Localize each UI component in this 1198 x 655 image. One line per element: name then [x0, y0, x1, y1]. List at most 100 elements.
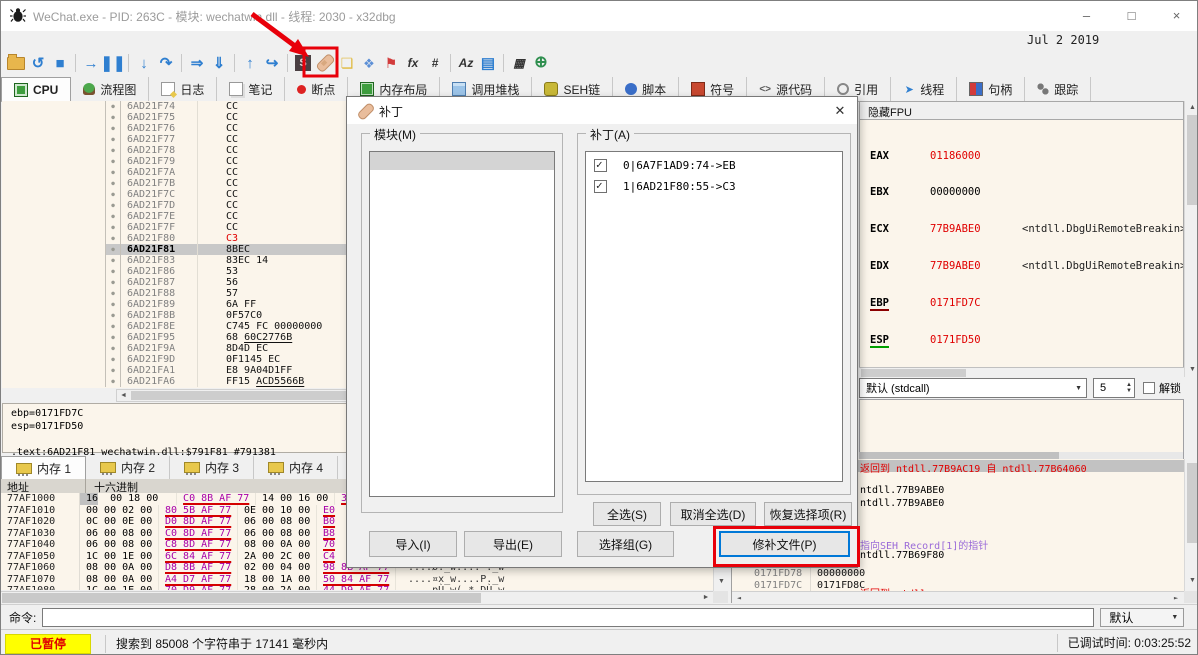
tab-dump-3[interactable]: 内存 3	[170, 456, 255, 479]
breakpoint-dot-icon[interactable]	[105, 266, 121, 277]
breakpoint-dot-icon[interactable]	[105, 376, 121, 387]
execute-till-return-icon[interactable]: ↑	[239, 52, 261, 74]
module-list[interactable]	[369, 151, 555, 497]
breakpoint-dot-icon[interactable]	[105, 310, 121, 321]
breakpoint-dot-icon[interactable]	[105, 288, 121, 299]
tab-dump-1[interactable]: 内存 1	[1, 456, 87, 479]
command-input[interactable]	[42, 607, 1095, 627]
close-button[interactable]: ×	[1154, 1, 1197, 31]
patch-list[interactable]: 0|6A7F1AD9:74->EB1|6AD21F80:55->C3	[585, 151, 843, 482]
patch-item[interactable]: 1|6AD21F80:55->C3	[586, 176, 842, 197]
tab-dump-4[interactable]: 内存 4	[254, 456, 339, 479]
tab-log[interactable]: 日志	[149, 77, 218, 101]
tab-cpu[interactable]: CPU	[1, 77, 72, 101]
breakpoint-dot-icon[interactable]	[105, 178, 121, 189]
step-into-icon[interactable]: ↓	[133, 52, 155, 74]
stack-arguments-view[interactable]	[859, 399, 1184, 459]
checkbox-checked-icon[interactable]	[594, 179, 607, 193]
patch-item[interactable]: 0|6A7F1AD9:74->EB	[586, 155, 842, 176]
minimize-button[interactable]: –	[1064, 1, 1109, 31]
arg-count-stepper[interactable]: 5 ▲ ▼	[1093, 378, 1135, 398]
registers-vscrollbar[interactable]: ▲ ▼	[1184, 101, 1197, 377]
breakpoint-dot-icon[interactable]	[105, 211, 121, 222]
tab-breakpoints[interactable]: 断点	[285, 77, 349, 101]
dump-row[interactable]: 77AF1070 08 00 0A 00 A4 D7 AF 77 18 00 1A 0…	[1, 573, 713, 585]
toolbar-button[interactable]	[446, 52, 455, 74]
comment-icon[interactable]: ❏	[336, 52, 358, 74]
breakpoint-dot-icon[interactable]	[105, 167, 121, 178]
tab-handles[interactable]: 句柄	[957, 77, 1026, 101]
strings-icon[interactable]: Az	[455, 52, 477, 74]
registers-hscrollbar[interactable]	[859, 367, 1184, 378]
breakpoint-dot-icon[interactable]	[105, 145, 121, 156]
module-item[interactable]	[370, 152, 554, 170]
dump-hscrollbar[interactable]: ►	[1, 591, 713, 604]
toolbar-button[interactable]	[71, 52, 80, 74]
unlock-checkbox[interactable]	[1143, 382, 1155, 394]
breakpoint-dot-icon[interactable]	[105, 134, 121, 145]
registers-view[interactable]: EAX 01186000 EBX 00000000 ECX 77B9ABE0 <ntdl…	[859, 120, 1184, 367]
run-to-cursor-icon[interactable]: ⇒	[186, 52, 208, 74]
deselect-all-button[interactable]: 取消全选(D)	[670, 502, 756, 526]
checkbox-checked-icon[interactable]	[594, 158, 607, 172]
calling-convention-select[interactable]: 默认 (stdcall) ▼	[859, 378, 1087, 398]
pause-icon[interactable]: ❚❚	[100, 52, 125, 74]
maximize-button[interactable]: □	[1109, 1, 1154, 31]
stop-icon[interactable]: ■	[49, 52, 71, 74]
select-all-button[interactable]: 全选(S)	[593, 502, 661, 526]
breakpoint-dot-icon[interactable]	[105, 200, 121, 211]
breakpoint-dot-icon[interactable]	[105, 255, 121, 266]
calculator-icon[interactable]: ▦	[508, 52, 530, 74]
open-file-icon[interactable]	[5, 52, 27, 74]
breakpoint-dot-icon[interactable]	[105, 365, 121, 376]
breakpoint-dot-icon[interactable]	[105, 123, 121, 134]
tab-dump-2[interactable]: 内存 2	[86, 456, 171, 479]
run-to-user-code-icon[interactable]: ↪	[261, 52, 283, 74]
args-hscrollbar[interactable]	[859, 452, 1183, 459]
toolbar-button[interactable]	[230, 52, 239, 74]
breakpoint-dot-icon[interactable]	[105, 189, 121, 200]
tab-threads[interactable]: ➤ 线程	[891, 77, 958, 101]
breakpoint-dot-icon[interactable]	[105, 101, 121, 112]
breakpoint-dot-icon[interactable]	[105, 343, 121, 354]
breakpoint-dot-icon[interactable]	[105, 233, 121, 244]
label-icon[interactable]: ❖	[358, 52, 380, 74]
breakpoint-dot-icon[interactable]	[105, 112, 121, 123]
tab-trace[interactable]: 跟踪	[1025, 77, 1092, 101]
hash-icon[interactable]: #	[424, 52, 446, 74]
tab-notes[interactable]: 笔记	[217, 77, 286, 101]
scylla-icon[interactable]: S	[292, 52, 314, 74]
stack-hscrollbar[interactable]: ◄ ►	[732, 591, 1185, 603]
restore-selection-button[interactable]: 恢复选择项(R)	[764, 502, 852, 526]
patch-icon[interactable]	[314, 52, 336, 74]
breakpoint-dot-icon[interactable]	[105, 321, 121, 332]
breakpoint-dot-icon[interactable]	[105, 244, 121, 255]
source-view-icon[interactable]: ▤	[477, 52, 499, 74]
command-profile-select[interactable]: 默认 ▼	[1100, 607, 1185, 627]
toolbar-button[interactable]	[124, 52, 133, 74]
breakpoint-dot-icon[interactable]	[105, 277, 121, 288]
tab-graph[interactable]: 流程图	[71, 77, 150, 101]
breakpoint-dot-icon[interactable]	[105, 354, 121, 365]
stack-vscrollbar[interactable]: ▼	[1184, 459, 1197, 591]
step-out-icon[interactable]: ⇓	[208, 52, 230, 74]
run-icon[interactable]: →	[80, 52, 102, 74]
bookmark-icon[interactable]: ⚑	[380, 52, 402, 74]
toolbar-button[interactable]	[499, 52, 508, 74]
restart-icon[interactable]: ↺	[27, 52, 49, 74]
breakpoint-dot-icon[interactable]	[105, 156, 121, 167]
dump-row[interactable]: 77AF10801C 00 1E 0070 D9 AF 7728 00 2A 0…	[1, 585, 713, 590]
globe-icon[interactable]: ⊕	[530, 52, 552, 74]
import-button[interactable]: 导入(I)	[369, 531, 457, 557]
breakpoint-dot-icon[interactable]	[105, 332, 121, 343]
toolbar-button[interactable]	[177, 52, 186, 74]
hide-fpu-button[interactable]: 隐藏FPU	[859, 101, 1184, 120]
breakpoint-dot-icon[interactable]	[105, 299, 121, 310]
dialog-close-icon[interactable]: ✕	[831, 102, 849, 120]
toolbar-button[interactable]	[283, 52, 292, 74]
breakpoint-dot-icon[interactable]	[105, 222, 121, 233]
function-icon[interactable]: fx	[402, 52, 424, 74]
select-group-button[interactable]: 选择组(G)	[577, 531, 674, 557]
export-button[interactable]: 导出(E)	[464, 531, 562, 557]
step-over-icon[interactable]: ↷	[155, 52, 177, 74]
